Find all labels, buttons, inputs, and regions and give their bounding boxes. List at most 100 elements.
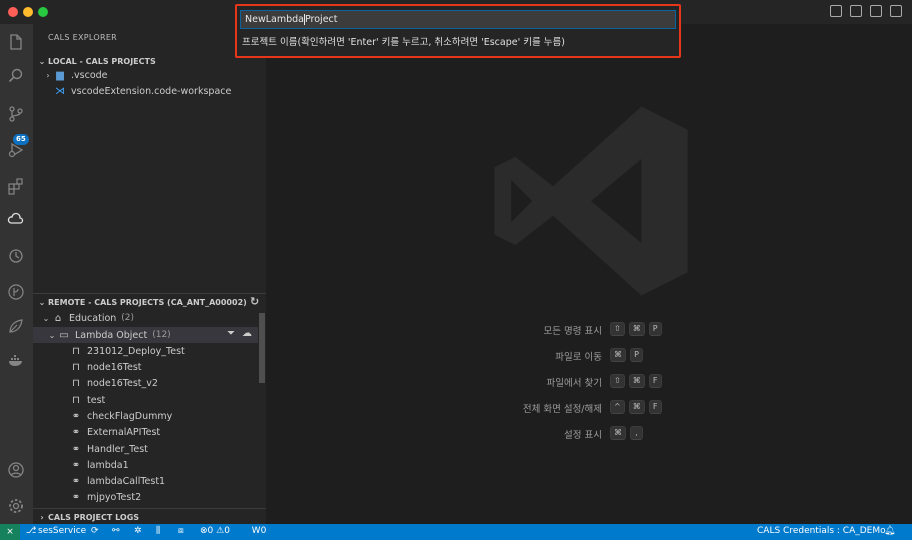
service-name[interactable]: sesService	[38, 526, 86, 536]
branch-icon[interactable]: ⎇	[26, 526, 36, 536]
problems-indicator[interactable]: ⊗0 ⚠0	[200, 526, 230, 536]
key-cap: ^	[610, 400, 625, 414]
list-item[interactable]: ⚭ lambdaCallTest1	[33, 473, 258, 489]
extensions-icon[interactable]	[6, 176, 26, 196]
account-icon[interactable]	[6, 460, 26, 480]
list-item[interactable]: ⊓ 231012_Deploy_Test	[33, 343, 258, 359]
files-icon[interactable]	[6, 32, 26, 52]
chevron-down-icon: ⌄	[42, 313, 50, 323]
key-cap: ⌘	[628, 322, 645, 336]
hierarchy-icon: ⚭	[71, 443, 81, 455]
chevron-right-icon: ›	[40, 512, 44, 522]
input-prompt-message: 프로젝트 이름(확인하려면 'Enter' 키를 누르고, 취소하려면 'Esc…	[242, 37, 565, 48]
toggle-panel-icon[interactable]	[850, 5, 862, 17]
git-compare-icon[interactable]: ⚯	[112, 526, 120, 536]
tree-item-label: Education	[69, 312, 117, 324]
tree-item-label: Lambda Object	[75, 329, 148, 341]
list-item[interactable]: ⊓ node16Test	[33, 359, 258, 375]
customize-layout-icon[interactable]	[890, 5, 902, 17]
chevron-down-icon: ⌄	[48, 330, 56, 340]
error-count: 0	[207, 526, 214, 536]
activity-bar: 65	[0, 24, 33, 524]
leaf-icon[interactable]	[6, 316, 26, 336]
box-icon[interactable]: ⧈	[178, 526, 184, 536]
cloud-upload-icon[interactable]: ☁	[242, 328, 252, 339]
history-icon[interactable]	[6, 246, 26, 266]
list-item-label: checkFlagDummy	[87, 410, 173, 422]
hierarchy-icon: ⚭	[71, 459, 81, 471]
list-item-label: test	[87, 394, 106, 406]
remote-projects-header[interactable]: ⌄ REMOTE - CALS PROJECTS (CA_ANT_A00002)…	[33, 294, 266, 310]
shortcut-label: 모든 명령 표시	[543, 326, 602, 337]
cals-explorer-sidebar: CALS EXPLORER ⌄ LOCAL - CALS PROJECTS › …	[33, 24, 266, 524]
settings-icon[interactable]	[6, 496, 26, 516]
editor-area: 모든 명령 표시 ⇧ ⌘ P 파일로 이동 ⌘ P 파일에서 찾기 ⇧ ⌘ F …	[266, 24, 912, 524]
list-item-label: 231012_Deploy_Test	[87, 345, 185, 357]
lock-icon: ⊓	[72, 345, 80, 357]
refresh-icon[interactable]: ↻	[250, 295, 259, 308]
key-cap: ⇧	[610, 374, 625, 388]
chevron-down-icon: ⌄	[38, 56, 46, 66]
workers-indicator[interactable]: Ꮃ0	[252, 526, 266, 536]
vscode-logo-watermark	[494, 106, 688, 296]
run-debug-icon[interactable]	[6, 140, 26, 160]
tree-item-count: (12)	[152, 330, 171, 340]
key-cap: ⇧	[610, 322, 625, 336]
notifications-icon[interactable]: 🔔︎	[884, 526, 895, 536]
git-graph-icon[interactable]	[6, 282, 26, 302]
list-item-label: lambdaCallTest1	[87, 475, 166, 487]
sync-icon[interactable]: ⟳	[91, 526, 99, 536]
tree-item-label: .vscode	[71, 69, 108, 81]
zoom-window-button[interactable]	[38, 7, 48, 17]
list-item[interactable]: ⚭ lambda1	[33, 457, 258, 473]
tree-item-label: vscodeExtension.code-workspace	[71, 85, 232, 97]
shortcut-show-all-commands: 모든 명령 표시 ⇧ ⌘ P	[266, 322, 912, 338]
shortcut-label: 파일로 이동	[555, 352, 602, 363]
list-item[interactable]: ⊓ test	[33, 392, 258, 408]
list-item-label: mjpyoTest2	[87, 491, 142, 503]
source-control-icon[interactable]	[6, 104, 26, 124]
remote-projects-title: REMOTE - CALS PROJECTS (CA_ANT_A00002)	[48, 297, 247, 307]
library-icon[interactable]: ⫼	[156, 526, 160, 536]
list-item[interactable]: ⚭ mjpyoTest2	[33, 489, 258, 505]
list-item[interactable]: ⊓ node16Test_v2	[33, 375, 258, 391]
toggle-sidebar-icon[interactable]	[830, 5, 842, 17]
tree-item-lambda-object[interactable]: ⌄ ▭ Lambda Object (12) ⏷ ☁	[33, 327, 258, 343]
key-cap: ⌘	[628, 400, 645, 414]
scrollbar-thumb[interactable]	[259, 313, 265, 383]
toggle-secondary-sidebar-icon[interactable]	[870, 5, 882, 17]
list-item[interactable]: ⚭ checkFlagDummy	[33, 408, 258, 424]
list-item-label: node16Test	[87, 361, 142, 373]
project-logs-header[interactable]: › CALS PROJECT LOGS	[33, 509, 266, 525]
search-icon[interactable]	[6, 66, 26, 86]
shortcut-keys: ^ ⌘ F	[610, 400, 662, 414]
debug-icon[interactable]: ✲	[134, 526, 142, 536]
close-window-button[interactable]	[8, 7, 18, 17]
docker-icon[interactable]	[6, 350, 26, 370]
key-cap: F	[648, 400, 662, 414]
hierarchy-icon: ⚭	[71, 426, 81, 438]
shortcut-find-in-files: 파일에서 찾기 ⇧ ⌘ F	[266, 374, 912, 390]
minimize-window-button[interactable]	[23, 7, 33, 17]
input-value-before-cursor: NewLambda	[245, 14, 304, 25]
key-cap: ⌘	[610, 348, 626, 362]
sidebar-title: CALS EXPLORER	[48, 33, 118, 42]
cals-icon[interactable]	[6, 210, 26, 230]
shortcut-keys: ⇧ ⌘ P	[610, 322, 662, 336]
building-icon: ⌂	[54, 312, 62, 324]
filter-icon[interactable]: ⏷	[227, 328, 235, 339]
tree-item-education[interactable]: ⌄ ⌂ Education (2)	[33, 310, 258, 326]
credentials-status[interactable]: CALS Credentials : CA_DEMo	[757, 526, 886, 536]
tree-item-vscode-folder[interactable]: › ▆ .vscode	[33, 67, 258, 83]
list-item[interactable]: ⚭ ExternalAPITest	[33, 424, 258, 440]
lock-icon: ⊓	[72, 377, 80, 389]
key-cap: ⌘	[628, 374, 645, 388]
key-cap: ⌘	[610, 426, 626, 440]
tree-item-workspace-file[interactable]: ⋊ vscodeExtension.code-workspace	[33, 83, 258, 99]
project-name-input[interactable]: NewLambdaProject	[240, 10, 676, 29]
remote-indicator-icon[interactable]: ⨯	[0, 524, 20, 540]
list-item[interactable]: ⚭ Handler_Test	[33, 441, 258, 457]
shortcut-keys: ⌘ ,	[610, 426, 643, 440]
hierarchy-icon: ⚭	[71, 491, 81, 503]
project-name-quick-input: NewLambdaProject 프로젝트 이름(확인하려면 'Enter' 키…	[235, 4, 681, 58]
